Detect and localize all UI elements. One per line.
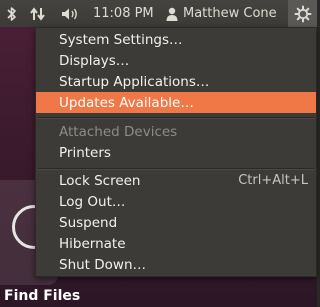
gear-icon[interactable] — [288, 0, 317, 27]
user-name: Matthew Cone — [183, 6, 277, 21]
menu-item-shut-down[interactable]: Shut Down… — [36, 254, 316, 275]
session-menu: System Settings… Displays… Startup Appli… — [35, 27, 317, 277]
menu-item-log-out[interactable]: Log Out… — [36, 191, 316, 212]
network-icon[interactable] — [27, 0, 49, 27]
user-icon — [166, 7, 178, 21]
menu-item-attached-devices: Attached Devices — [59, 123, 178, 140]
menu-item-hibernate[interactable]: Hibernate — [36, 233, 316, 254]
menu-item-suspend[interactable]: Suspend — [36, 212, 316, 233]
menu-item-startup-applications[interactable]: Startup Applications… — [36, 71, 316, 92]
menu-item-lock-screen[interactable]: Lock Screen Ctrl+Alt+L — [36, 170, 316, 191]
menu-item-printers[interactable]: Printers — [36, 142, 316, 163]
bluetooth-icon[interactable] — [3, 0, 21, 27]
lock-screen-shortcut: Ctrl+Alt+L — [238, 173, 308, 188]
user-menu[interactable]: Matthew Cone — [166, 0, 277, 27]
menu-item-system-settings[interactable]: System Settings… — [36, 29, 316, 50]
clock[interactable]: 11:08 PM — [93, 0, 154, 27]
top-panel: 11:08 PM Matthew Cone — [0, 0, 317, 27]
menu-separator — [38, 117, 314, 119]
menu-item-updates-available[interactable]: Updates Available… — [36, 92, 316, 113]
menu-item-displays[interactable]: Displays… — [36, 50, 316, 71]
find-files-label: Find Files — [4, 288, 81, 304]
volume-icon[interactable] — [58, 0, 82, 27]
lock-screen-label: Lock Screen — [59, 172, 141, 189]
